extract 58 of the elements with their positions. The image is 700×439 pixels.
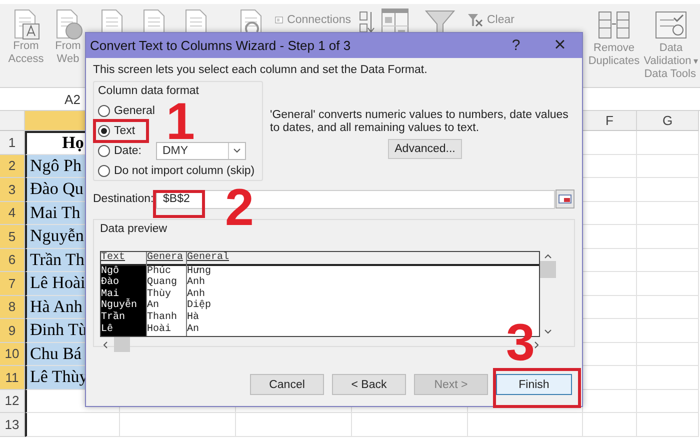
- preview-cell-text: Thanh: [147, 312, 178, 324]
- column-header[interactable]: F: [583, 111, 637, 131]
- preview-header[interactable]: Text: [101, 252, 146, 266]
- row-header[interactable]: 2: [0, 154, 25, 178]
- dialog-button[interactable]: Cancel: [250, 374, 324, 395]
- row-header[interactable]: 3: [0, 178, 25, 202]
- dialog-button[interactable]: Finish: [496, 374, 572, 395]
- preview-cell-text: Lê: [101, 324, 114, 336]
- highlight-frame: [153, 190, 205, 218]
- radio-label[interactable]: General: [114, 105, 155, 117]
- description-text: 'General' converts numeric values to numbers, date values to dates, and all remaining values to text.: [270, 109, 570, 135]
- radio-button[interactable]: [98, 105, 110, 117]
- row-header[interactable]: 5: [0, 225, 25, 248]
- window-title: Convert Text to Columns Wizard - Step 1 of 3: [90, 38, 352, 53]
- preview-cell-text: Anh: [187, 277, 206, 288]
- scroll-thumb[interactable]: [114, 337, 130, 352]
- row-header[interactable]: 11: [0, 366, 25, 390]
- radio-button[interactable]: [98, 125, 110, 137]
- highlight-frame: [93, 119, 149, 143]
- dialog-button[interactable]: < Back: [332, 374, 406, 395]
- preview-cell-text: An: [147, 300, 160, 312]
- preview-cell-text: Diệp: [187, 300, 212, 312]
- preview-column[interactable]: Text Ngô Đào Mai Nguyễn Trần Lê: [101, 252, 147, 336]
- preview-cell-text: Đào: [101, 277, 120, 288]
- radio-button[interactable]: [98, 145, 110, 157]
- row-header[interactable]: 12: [0, 390, 25, 413]
- preview-cell-text: Hà: [187, 312, 200, 324]
- preview-cell-text: Hưng: [187, 266, 212, 277]
- row-header[interactable]: 10: [0, 342, 25, 366]
- collapse-dialog-icon: [555, 189, 575, 209]
- preview-header[interactable]: General: [187, 252, 539, 266]
- row-header[interactable]: 4: [0, 202, 25, 225]
- clear-filter-icon: [467, 12, 483, 28]
- step-number: 1: [166, 101, 195, 143]
- preview-cell-text: Thùy: [147, 288, 172, 300]
- scroll-thumb[interactable]: [540, 261, 556, 278]
- column-header[interactable]: G: [637, 111, 699, 131]
- row-header[interactable]: 13: [0, 413, 25, 436]
- group-label: Column data format: [98, 85, 200, 97]
- preview-cell-text: Hoài: [147, 324, 172, 336]
- radio-button[interactable]: [98, 165, 110, 177]
- row-header[interactable]: 6: [0, 248, 25, 272]
- advanced-button[interactable]: Advanced...: [388, 139, 462, 159]
- preview-column[interactable]: Genera Phúc Quang Thùy An Thanh Hoài: [147, 252, 187, 336]
- ribbon-group-label: Data Tools: [644, 68, 696, 80]
- close-button[interactable]: ×: [538, 34, 582, 57]
- preview-cell-text: Phúc: [147, 266, 172, 278]
- preview-header[interactable]: Genera: [147, 252, 186, 266]
- row-header[interactable]: 8: [0, 296, 25, 319]
- help-button[interactable]: ?: [494, 37, 538, 54]
- date-order-dropdown[interactable]: DMY: [156, 142, 246, 160]
- row-header[interactable]: 1: [0, 131, 25, 154]
- preview-cell-text: Anh: [187, 288, 206, 300]
- preview-cell-text: Quang: [147, 277, 178, 288]
- row-header[interactable]: 9: [0, 319, 25, 342]
- row-header[interactable]: 7: [0, 272, 25, 296]
- intro-text: This screen lets you select each column and set the Data Format.: [93, 64, 428, 76]
- preview-cell-text: An: [187, 324, 200, 336]
